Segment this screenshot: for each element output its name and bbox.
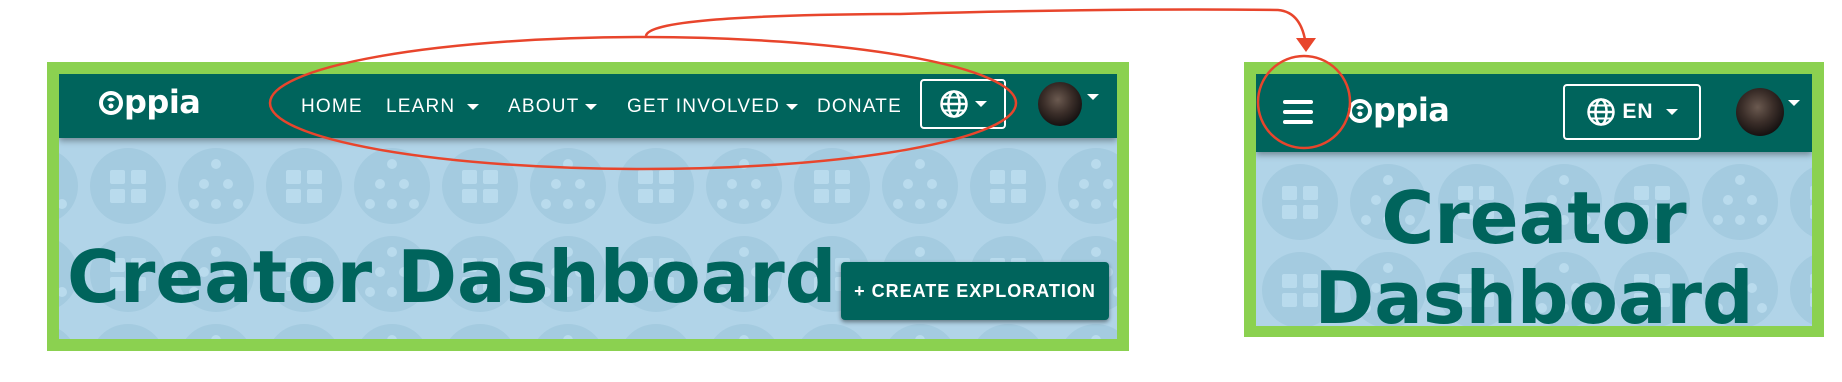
globe-icon	[940, 90, 968, 118]
mobile-viewport: Creator Dashboard ppia EN	[1256, 74, 1812, 326]
annotation-connector-arrow	[644, 8, 1308, 47]
language-label: EN	[1622, 100, 1654, 123]
avatar[interactable]	[1736, 88, 1784, 136]
oppia-logo[interactable]: ppia	[97, 82, 201, 122]
nav-home[interactable]: HOME	[301, 96, 363, 118]
nav-learn[interactable]: LEARN	[386, 96, 480, 118]
navbar: ppia EN	[1256, 74, 1812, 152]
chevron-down-icon	[585, 104, 598, 110]
chevron-down-icon[interactable]	[1087, 94, 1099, 100]
globe-icon	[1587, 98, 1616, 126]
oppia-logo-icon	[1348, 99, 1372, 123]
chevron-down-icon	[467, 104, 480, 110]
avatar[interactable]	[1038, 82, 1082, 126]
desktop-viewport: Creator Dashboard + CREATE EXPLORATION p…	[59, 74, 1117, 339]
page-title: Creator Dashboard	[67, 235, 837, 319]
hamburger-menu-icon[interactable]	[1283, 100, 1313, 124]
hero-banner: Creator Dashboard	[1256, 152, 1812, 326]
logo-text: ppia	[1373, 91, 1450, 129]
desktop-view-frame: Creator Dashboard + CREATE EXPLORATION p…	[47, 62, 1129, 351]
chevron-down-icon	[1665, 109, 1678, 115]
mobile-view-frame: Creator Dashboard ppia EN	[1244, 62, 1824, 337]
oppia-logo-icon	[99, 91, 123, 115]
chevron-down-icon	[975, 101, 987, 107]
oppia-logo[interactable]: ppia	[1346, 90, 1450, 130]
nav-home-label: HOME	[301, 96, 363, 117]
arrow-head-icon	[1296, 38, 1316, 52]
language-selector[interactable]: EN	[1563, 84, 1701, 140]
nav-get-involved-label: GET INVOLVED	[627, 96, 781, 117]
language-selector[interactable]	[920, 79, 1006, 129]
chevron-down-icon[interactable]	[1788, 100, 1800, 106]
chevron-down-icon	[786, 104, 799, 110]
nav-donate[interactable]: DONATE	[817, 96, 902, 118]
nav-about[interactable]: ABOUT	[508, 96, 598, 118]
nav-about-label: ABOUT	[508, 96, 580, 117]
logo-text: ppia	[124, 83, 201, 121]
nav-donate-label: DONATE	[817, 96, 902, 117]
nav-get-involved[interactable]: GET INVOLVED	[627, 96, 799, 118]
nav-learn-label: LEARN	[386, 96, 456, 117]
page-title-line1: Creator	[1381, 176, 1687, 260]
navbar: ppia HOME LEARN ABOUT GET INVOLVED DONAT…	[59, 74, 1117, 138]
page-title-line2: Dashboard	[1314, 256, 1754, 326]
hero-banner: Creator Dashboard + CREATE EXPLORATION	[59, 138, 1117, 339]
create-exploration-button[interactable]: + CREATE EXPLORATION	[841, 262, 1109, 320]
